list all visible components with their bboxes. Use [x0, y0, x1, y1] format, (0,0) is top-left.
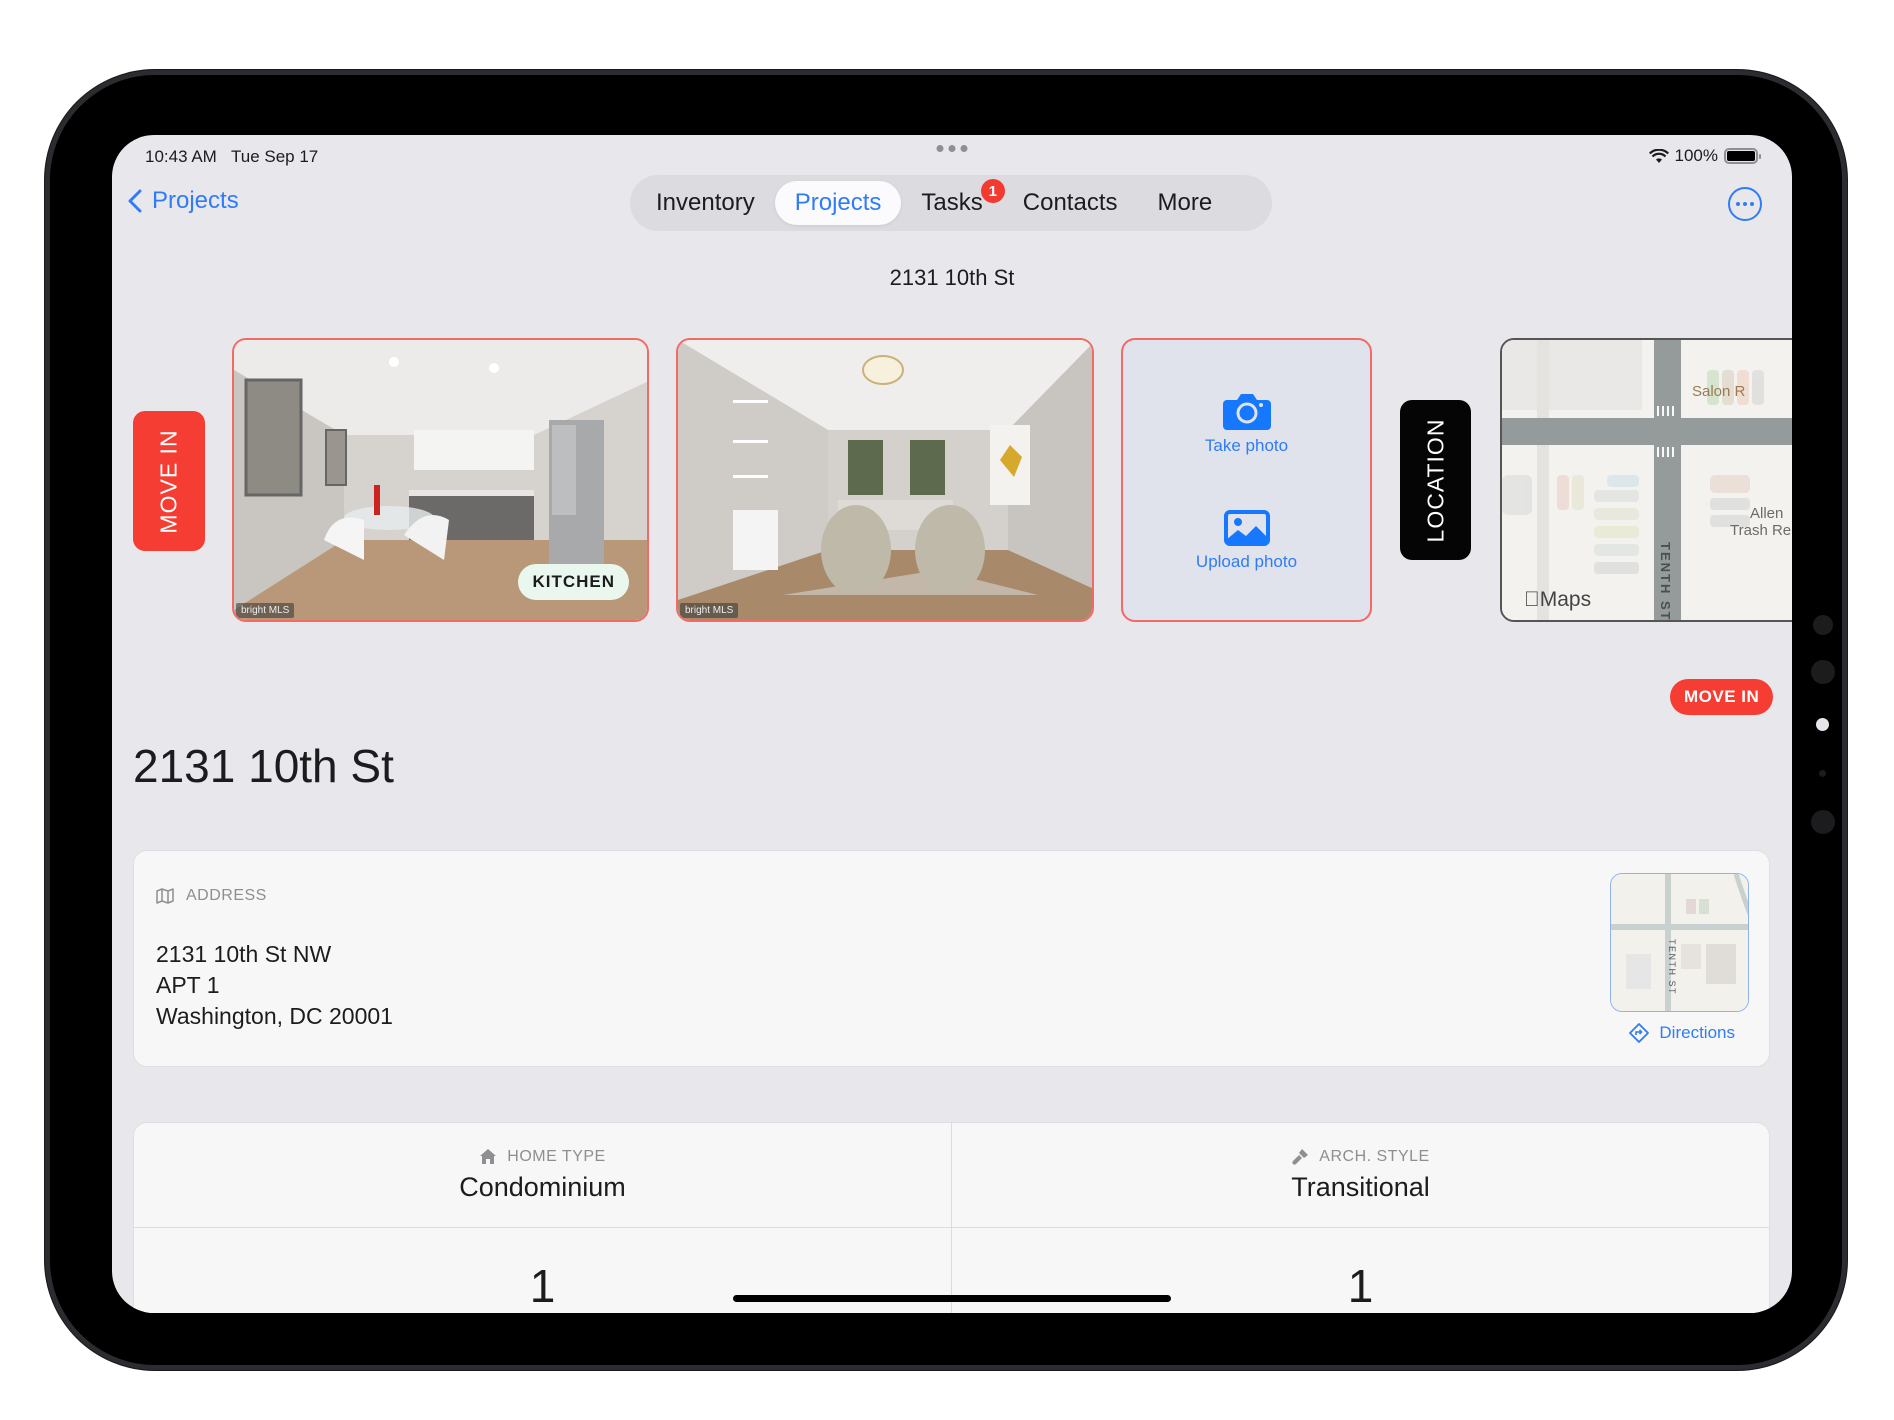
- photo-room-tag: KITCHEN: [518, 564, 629, 600]
- home-type-label: HOME TYPE: [479, 1148, 605, 1166]
- map-label-trash: Trash Re: [1730, 522, 1791, 539]
- add-photo-card: Take photo Upload photo: [1121, 338, 1372, 622]
- section-tab-location[interactable]: LOCATION: [1400, 400, 1471, 560]
- photo-icon: [1223, 510, 1270, 546]
- address-line-3: Washington, DC 20001: [156, 1003, 393, 1029]
- details-card: HOME TYPE Condominium ARCH. STYLE Transi…: [133, 1122, 1770, 1313]
- paintbrush-icon: [1292, 1148, 1309, 1165]
- arch-style-cell[interactable]: ARCH. STYLE Transitional: [951, 1123, 1769, 1227]
- map-image: Salon R Allen Trash Re TENTH ST Maps: [1502, 340, 1792, 622]
- living-room-photo-image: [678, 340, 1092, 620]
- home-indicator[interactable]: [733, 1295, 1171, 1302]
- section-tab-move-in[interactable]: MOVE IN: [133, 411, 205, 551]
- tab-contacts[interactable]: Contacts: [1003, 181, 1138, 225]
- address-text[interactable]: 2131 10th St NW APT 1 Washington, DC 200…: [156, 939, 393, 1032]
- tab-tasks[interactable]: Tasks 1: [901, 179, 1005, 225]
- photo-living-room[interactable]: bright MLS: [676, 338, 1094, 622]
- map-label-allen: Allen: [1750, 505, 1783, 522]
- home-type-cell[interactable]: HOME TYPE Condominium: [134, 1123, 951, 1227]
- camera-dot: [1811, 660, 1835, 684]
- tab-inventory[interactable]: Inventory: [636, 181, 775, 225]
- battery-percent: 100%: [1674, 146, 1718, 165]
- status-right: 100%: [1648, 146, 1761, 166]
- screen: 10:43 AM Tue Sep 17 100% Projects Invent…: [112, 135, 1792, 1313]
- multitasking-grabber[interactable]: [936, 145, 968, 152]
- arch-style-value: Transitional: [1291, 1171, 1430, 1202]
- mini-map-street-label: TENTH ST: [1667, 939, 1677, 995]
- address-line-2: APT 1: [156, 972, 220, 998]
- arch-style-label: ARCH. STYLE: [1291, 1148, 1429, 1166]
- back-label: Projects: [152, 187, 239, 214]
- mls-watermark: bright MLS: [680, 603, 739, 618]
- tasks-badge: 1: [980, 179, 1005, 203]
- camera-dot: [1813, 615, 1833, 635]
- nav-subtitle: 2131 10th St: [889, 265, 1015, 290]
- house-icon: [480, 1149, 497, 1164]
- ellipsis-circle-icon: [1736, 202, 1740, 206]
- directions-icon: [1629, 1023, 1650, 1043]
- address-mini-map[interactable]: TENTH ST: [1610, 873, 1749, 1012]
- take-photo-button[interactable]: Take photo: [1123, 392, 1370, 456]
- address-card: ADDRESS 2131 10th St NW APT 1 Washington…: [133, 850, 1770, 1067]
- status-bar: 10:43 AM Tue Sep 17 100%: [112, 141, 1792, 171]
- address-line-1: 2131 10th St NW: [156, 941, 332, 967]
- maps-attribution: Maps: [1524, 588, 1591, 611]
- home-type-value: Condominium: [459, 1171, 626, 1202]
- battery-icon: [1724, 148, 1761, 164]
- upload-photo-button[interactable]: Upload photo: [1123, 510, 1370, 572]
- directions-button[interactable]: Directions: [1629, 1023, 1735, 1043]
- location-map[interactable]: Salon R Allen Trash Re TENTH ST Maps: [1500, 338, 1792, 622]
- more-options-button[interactable]: [1728, 187, 1762, 221]
- camera-icon: [1222, 394, 1271, 430]
- camera-dot: [1811, 810, 1835, 834]
- stat-value-left: 1: [529, 1259, 556, 1312]
- photo-kitchen[interactable]: KITCHEN bright MLS: [232, 338, 649, 622]
- tab-projects[interactable]: Projects: [774, 181, 902, 225]
- details-row: HOME TYPE Condominium ARCH. STYLE Transi…: [134, 1123, 1769, 1228]
- mini-map-image: TENTH ST: [1611, 874, 1748, 1011]
- map-label-salon: Salon R: [1692, 383, 1746, 400]
- sensor-dot: [1819, 770, 1826, 777]
- status-time: 10:43 AM Tue Sep 17: [145, 147, 319, 166]
- mls-watermark: bright MLS: [236, 603, 295, 618]
- page-title: 2131 10th St: [133, 740, 394, 792]
- chevron-left-icon: [128, 189, 142, 213]
- back-button[interactable]: Projects: [128, 187, 239, 215]
- segmented-tabs: Inventory Projects Tasks 1 Contacts More: [630, 175, 1272, 231]
- status-badge: MOVE IN: [1670, 679, 1774, 715]
- address-label: ADDRESS: [156, 887, 267, 905]
- wifi-icon: [1648, 148, 1669, 163]
- map-icon: [156, 888, 174, 904]
- camera-lens: [1816, 718, 1829, 731]
- tab-more[interactable]: More: [1138, 181, 1233, 225]
- map-label-street: TENTH ST: [1658, 542, 1673, 622]
- stat-value-right: 1: [1347, 1259, 1374, 1312]
